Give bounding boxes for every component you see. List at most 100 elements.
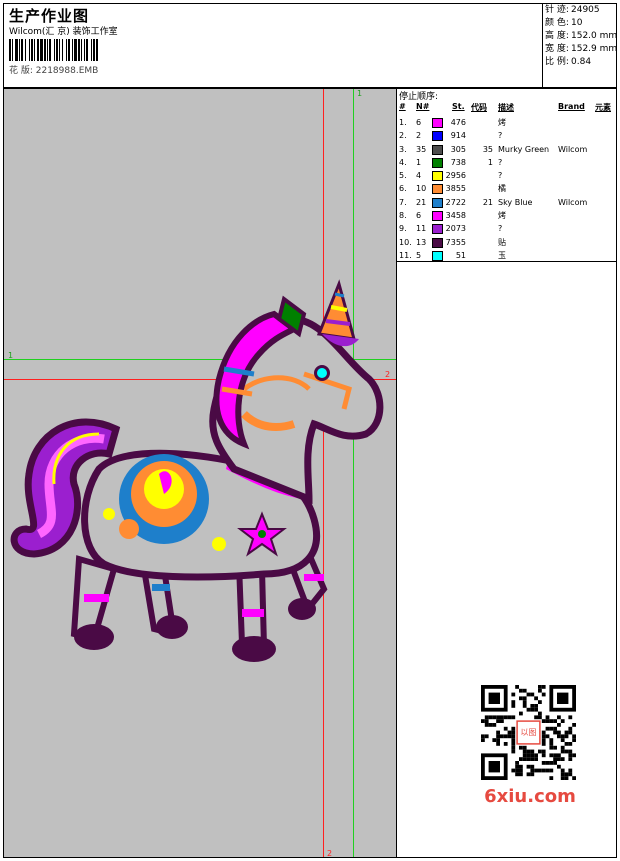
row-description: Sky Blue (498, 197, 533, 207)
color-rows-list: 1. 6 476 烤 2. 2 914? 3. 35 305 35 Murky Green Wilcom… (397, 116, 618, 262)
design-file-name: 花 版: 2218988.EMB (9, 66, 99, 76)
color-swatch (432, 118, 443, 128)
row-stitches: 3855 (445, 184, 466, 194)
stat-value: 0.84 (571, 57, 592, 67)
row-stitches: 3458 (445, 211, 466, 221)
row-order: 3. (399, 144, 407, 154)
color-swatch (432, 211, 443, 222)
color-row: 6. 10 3855 橘 (397, 182, 618, 195)
color-swatch (432, 157, 443, 168)
stat-row: 比 例: 0.84 (543, 56, 619, 69)
col-header-code: 代码 (471, 103, 487, 112)
info-panel: 以图 6xiu.com (396, 261, 617, 858)
row-code: 21 (482, 197, 493, 207)
barcode-bar (68, 39, 70, 61)
stat-row: 宽 度: 152.9 mm (543, 43, 619, 56)
row-stitches: 305 (450, 144, 466, 154)
color-swatch (432, 224, 443, 235)
color-row: 2. 2 914? (397, 129, 618, 142)
col-header-stitches: St. (452, 102, 465, 111)
color-swatch (432, 197, 443, 208)
barcode-bar (31, 39, 33, 61)
row-description: Murky Green (498, 144, 550, 154)
stop-sequence-title: 停止顺序: (399, 92, 439, 102)
barcode-bar (49, 39, 51, 61)
row-needle: 1 (416, 157, 422, 167)
stat-key: 高 度: (545, 31, 569, 41)
barcode-bar (21, 39, 23, 61)
col-header-order: # (399, 102, 406, 111)
color-row: 1. 6 476 烤 (397, 116, 618, 129)
row-description: 橘 (498, 184, 506, 194)
barcode-bar (62, 39, 63, 61)
site-watermark-logo: 6xiu.com (484, 786, 576, 807)
row-needle: 11 (416, 224, 427, 234)
row-order: 2. (399, 131, 407, 141)
color-row: 3. 35 305 35 Murky Green Wilcom (397, 143, 618, 156)
row-brand: Wilcom (558, 197, 588, 207)
row-needle: 6 (416, 118, 422, 127)
color-swatch (432, 144, 443, 155)
barcode-bar (93, 39, 95, 61)
row-order: 8. (399, 211, 407, 221)
stat-row: 针 迹: 24905 (543, 4, 619, 17)
unicorn-embroidery-illustration (10, 279, 384, 662)
row-order: 9. (399, 224, 407, 234)
row-stitches: 2073 (445, 224, 466, 234)
barcode-bar (47, 39, 48, 61)
color-row: 9. 11 2073? (397, 222, 618, 235)
barcode-bar (96, 39, 98, 61)
row-stitches: 7355 (445, 237, 466, 247)
color-row: 8. 6 3458 烤 (397, 209, 618, 222)
barcode-bar (78, 39, 80, 61)
row-stitches: 914 (450, 131, 466, 141)
barcode-bar (66, 39, 67, 61)
col-header-element: 元素 (595, 103, 611, 112)
row-description: 烤 (498, 211, 506, 221)
color-sequence-panel: 停止顺序: # N# St. 代码 描述 Brand 元素 1. 6 476 烤 2. 2… (396, 88, 617, 262)
header-panel: 生产作业图 Wilcom(汇 京) 装饰工作室 花 版: 2218988.EMB… (3, 3, 617, 88)
color-row: 7. 21 2722 21 Sky Blue Wilcom (397, 196, 618, 209)
stat-key: 针 迹: (545, 5, 569, 15)
barcode-bar (15, 39, 18, 61)
stat-value: 152.0 mm (571, 31, 618, 41)
row-stitches: 2956 (445, 171, 466, 181)
embroidery-preview: 1 1 2 2 (3, 88, 397, 858)
row-description: ? (498, 224, 503, 234)
barcode-bar (29, 39, 30, 61)
stat-key: 颜 色: (545, 18, 569, 28)
page-title: 生产作业图 (9, 7, 90, 25)
barcode-bar (81, 39, 82, 61)
row-needle: 13 (416, 237, 427, 247)
stat-row: 高 度: 152.0 mm (543, 30, 619, 43)
stat-row: 颜 色: 10 (543, 17, 619, 30)
barcode-bar (19, 39, 20, 61)
col-header-brand: Brand (558, 102, 585, 111)
row-description: 贴 (498, 237, 506, 247)
row-needle: 10 (416, 184, 427, 194)
row-code: 1 (487, 157, 493, 167)
color-swatch (432, 131, 443, 142)
barcode-bar (34, 39, 35, 61)
row-order: 1. (399, 118, 407, 127)
barcode-bar (37, 39, 39, 61)
stats-panel: 针 迹: 24905 颜 色: 10 高 度: 152.0 mm 宽 度: 152.9 mm 比… (542, 4, 619, 88)
color-row: 10. 13 7355 贴 (397, 236, 618, 249)
col-header-description: 描述 (498, 103, 514, 112)
barcode-bar (56, 39, 58, 61)
row-description: ? (498, 131, 503, 141)
row-description: ? (498, 171, 503, 181)
row-stitches: 2722 (445, 197, 466, 207)
row-stitches: 738 (450, 157, 466, 167)
qr-seal-text: 以图 (521, 728, 537, 737)
row-order: 4. (399, 157, 407, 167)
color-row: 5. 4 2956? (397, 169, 618, 182)
row-needle: 21 (416, 197, 427, 207)
column-headers: # N# St. 代码 描述 Brand 元素 (397, 102, 618, 114)
row-stitches: 476 (450, 118, 466, 127)
row-needle: 2 (416, 131, 422, 141)
row-needle: 4 (416, 171, 422, 181)
row-order: 10. (399, 237, 412, 247)
barcode-bar (44, 39, 46, 61)
row-order: 5. (399, 171, 407, 181)
